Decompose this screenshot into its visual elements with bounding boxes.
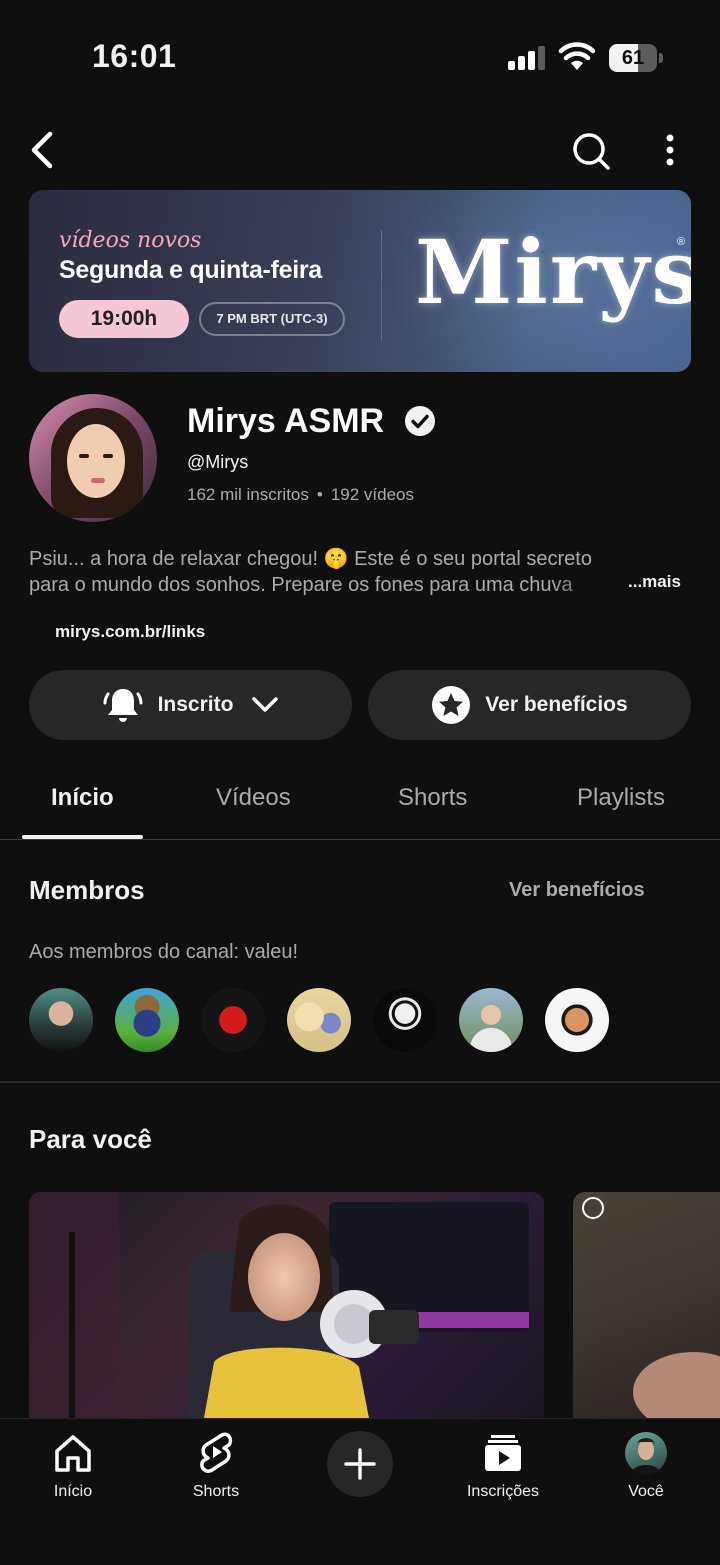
channel-banner: vídeos novos Segunda e quinta-feira 19:0… — [29, 190, 691, 372]
home-icon — [55, 1435, 91, 1472]
active-tab-indicator — [22, 835, 143, 839]
back-button[interactable] — [22, 128, 62, 172]
channel-stats: 162 mil inscritos • 192 vídeos — [187, 485, 414, 505]
nav-subscriptions-label: Inscrições — [466, 1483, 540, 1500]
short-thumbnail[interactable] — [573, 1192, 720, 1418]
banner-script-text: vídeos novos — [59, 228, 202, 253]
description-more-link[interactable]: ...mais — [628, 572, 681, 592]
bell-icon — [103, 689, 143, 722]
members-subtitle: Aos membros do canal: valeu! — [29, 941, 299, 963]
status-bar: 16:01 61 — [0, 0, 720, 110]
member-avatar[interactable] — [373, 988, 437, 1052]
star-badge-icon — [432, 686, 471, 724]
member-avatar[interactable] — [545, 988, 609, 1052]
wifi-icon — [558, 42, 596, 70]
banner-logo: Mirys — [415, 220, 691, 324]
nav-you[interactable]: Você — [591, 1431, 701, 1501]
view-benefits-label: Ver benefícios — [485, 693, 628, 716]
nav-home[interactable]: Início — [18, 1431, 128, 1501]
search-icon — [573, 133, 610, 170]
subscriptions-icon — [485, 1435, 521, 1471]
video-count: 192 vídeos — [330, 485, 415, 504]
chevron-left-icon — [31, 131, 53, 169]
nav-shorts[interactable]: Shorts — [161, 1431, 271, 1501]
status-time: 16:01 — [92, 38, 177, 74]
subscribed-label: Inscrito — [157, 693, 234, 716]
search-button[interactable] — [568, 128, 614, 174]
cellular-signal-icon — [508, 46, 545, 70]
section-divider — [0, 1081, 720, 1083]
tab-videos[interactable]: Vídeos — [216, 784, 291, 812]
shorts-icon — [200, 1432, 233, 1473]
battery-icon: 61 — [609, 44, 663, 72]
channel-tabs: Início Vídeos Shorts Playlists — [0, 770, 720, 840]
chevron-down-icon — [252, 697, 279, 712]
registered-mark: ® — [677, 236, 686, 248]
thumbnail-image-2 — [582, 1197, 720, 1418]
tab-playlists[interactable]: Playlists — [577, 784, 665, 812]
member-avatar[interactable] — [459, 988, 523, 1052]
subscriber-count: 162 mil inscritos — [187, 485, 309, 504]
tab-inicio[interactable]: Início — [51, 784, 114, 812]
member-avatar[interactable] — [29, 988, 93, 1052]
description-line-1: Psiu... a hora de relaxar chegou! 🤫 Este… — [29, 548, 592, 570]
nav-you-label: Você — [628, 1483, 664, 1500]
tab-shorts[interactable]: Shorts — [398, 784, 467, 812]
verified-badge-icon — [405, 406, 435, 436]
more-vertical-icon — [666, 134, 674, 166]
stats-separator: • — [316, 485, 323, 504]
create-button[interactable] — [327, 1431, 393, 1497]
subscribed-button[interactable]: Inscrito — [29, 670, 352, 740]
video-thumbnail[interactable] — [29, 1192, 544, 1418]
member-avatar[interactable] — [287, 988, 351, 1052]
description-line-2: para o mundo dos sonhos. Prepare os fone… — [29, 574, 573, 596]
nav-home-label: Início — [53, 1483, 93, 1500]
banner-zone-badge: 7 PM BRT (UTC-3) — [199, 302, 345, 336]
members-section-title: Membros — [29, 875, 145, 905]
member-avatar[interactable] — [201, 988, 265, 1052]
members-benefits-link[interactable]: Ver benefícios — [509, 879, 645, 902]
battery-percent: 61 — [621, 47, 645, 69]
thumbnail-image — [29, 1192, 529, 1418]
more-options-button[interactable] — [650, 128, 690, 172]
channel-avatar[interactable] — [29, 394, 157, 522]
banner-time-badge: 19:00h — [59, 300, 189, 338]
channel-link[interactable]: mirys.com.br/links — [55, 622, 205, 642]
banner-days: Segunda e quinta-feira — [59, 256, 322, 284]
channel-description[interactable]: Psiu... a hora de relaxar chegou! 🤫 Este… — [29, 546, 699, 598]
plus-icon — [344, 1448, 376, 1480]
user-avatar — [625, 1432, 667, 1474]
for-you-section-title: Para você — [29, 1124, 152, 1154]
member-avatar[interactable] — [115, 988, 179, 1052]
nav-shorts-label: Shorts — [192, 1483, 240, 1500]
channel-name: Mirys ASMR — [187, 402, 385, 440]
nav-subscriptions[interactable]: Inscrições — [448, 1431, 558, 1501]
bottom-navigation: Início Shorts Inscrições Você — [0, 1418, 720, 1565]
view-benefits-button[interactable]: Ver benefícios — [368, 670, 691, 740]
channel-handle: @Mirys — [187, 452, 249, 472]
